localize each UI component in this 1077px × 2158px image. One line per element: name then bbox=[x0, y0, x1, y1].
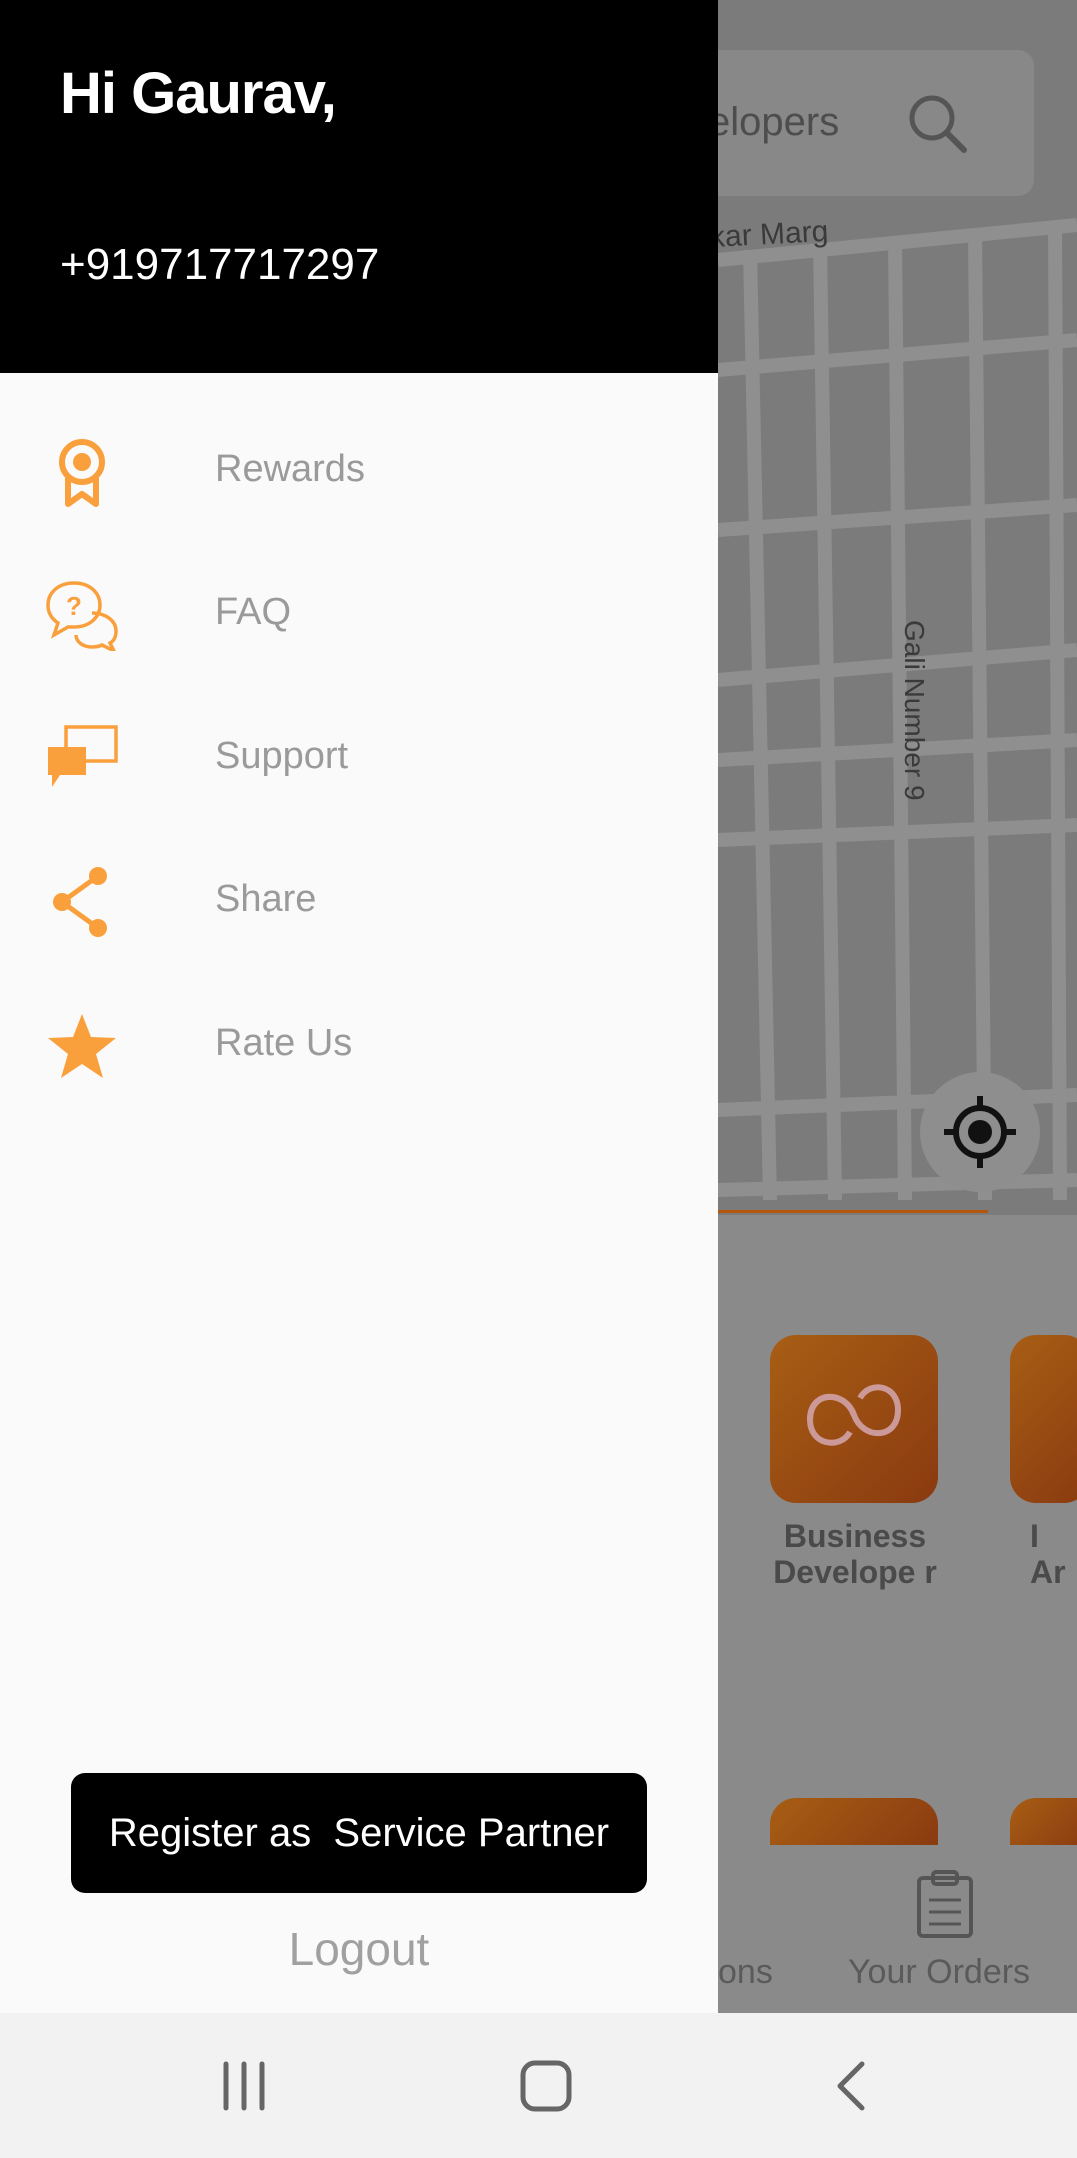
search-icon[interactable] bbox=[906, 92, 970, 161]
menu-item-support[interactable]: Support bbox=[0, 687, 718, 827]
street-label: Gali Number 9 bbox=[899, 620, 930, 801]
faq-chat-icon: ? bbox=[46, 579, 118, 655]
register-service-partner-button[interactable]: Register as Service Partner bbox=[71, 1773, 647, 1893]
share-icon bbox=[46, 866, 118, 938]
back-icon[interactable] bbox=[830, 2058, 870, 2119]
service-tile[interactable] bbox=[1010, 1335, 1077, 1503]
bottom-nav-item[interactable]: ons bbox=[718, 1953, 773, 1992]
menu-item-rewards[interactable]: Rewards bbox=[0, 400, 718, 540]
menu-item-label: Rewards bbox=[215, 448, 365, 490]
divider bbox=[718, 1210, 988, 1213]
star-icon bbox=[46, 1010, 118, 1082]
user-greeting: Hi Gaurav, bbox=[60, 61, 337, 126]
navigation-drawer: Hi Gaurav, +919717717297 Rewards ? FAQ S… bbox=[0, 0, 718, 2013]
menu-item-label: Rate Us bbox=[215, 1022, 353, 1064]
service-tile-label: Business Develope r bbox=[773, 1518, 937, 1590]
service-tile[interactable] bbox=[770, 1798, 938, 1848]
award-ribbon-icon bbox=[46, 436, 118, 508]
menu-item-rate-us[interactable]: Rate Us bbox=[0, 974, 718, 1114]
crosshair-icon bbox=[942, 1094, 1018, 1175]
search-bar-text: elopers bbox=[708, 100, 840, 144]
drawer-header: Hi Gaurav, +919717717297 bbox=[0, 0, 718, 373]
menu-item-label: FAQ bbox=[215, 591, 292, 633]
menu-item-share[interactable]: Share bbox=[0, 830, 718, 970]
menu-item-label: Share bbox=[215, 878, 317, 920]
support-chat-icon bbox=[46, 723, 118, 795]
menu-item-label: Support bbox=[215, 735, 349, 777]
infinity-refresh-icon bbox=[790, 1360, 918, 1475]
home-icon[interactable] bbox=[518, 2058, 574, 2119]
user-phone: +919717717297 bbox=[60, 240, 380, 289]
logout-button[interactable]: Logout bbox=[0, 1922, 718, 1976]
system-nav-bar bbox=[0, 2013, 1077, 2158]
service-tile[interactable] bbox=[1010, 1798, 1077, 1848]
svg-text:?: ? bbox=[66, 591, 82, 621]
menu-item-faq[interactable]: ? FAQ bbox=[0, 543, 718, 683]
service-tile-label: I Ar bbox=[1030, 1518, 1066, 1590]
recent-apps-icon[interactable] bbox=[220, 2058, 268, 2119]
clipboard-icon[interactable] bbox=[915, 1870, 975, 1945]
street-label: kar Marg bbox=[709, 214, 830, 255]
bottom-nav-your-orders[interactable]: Your Orders bbox=[848, 1953, 1030, 1992]
